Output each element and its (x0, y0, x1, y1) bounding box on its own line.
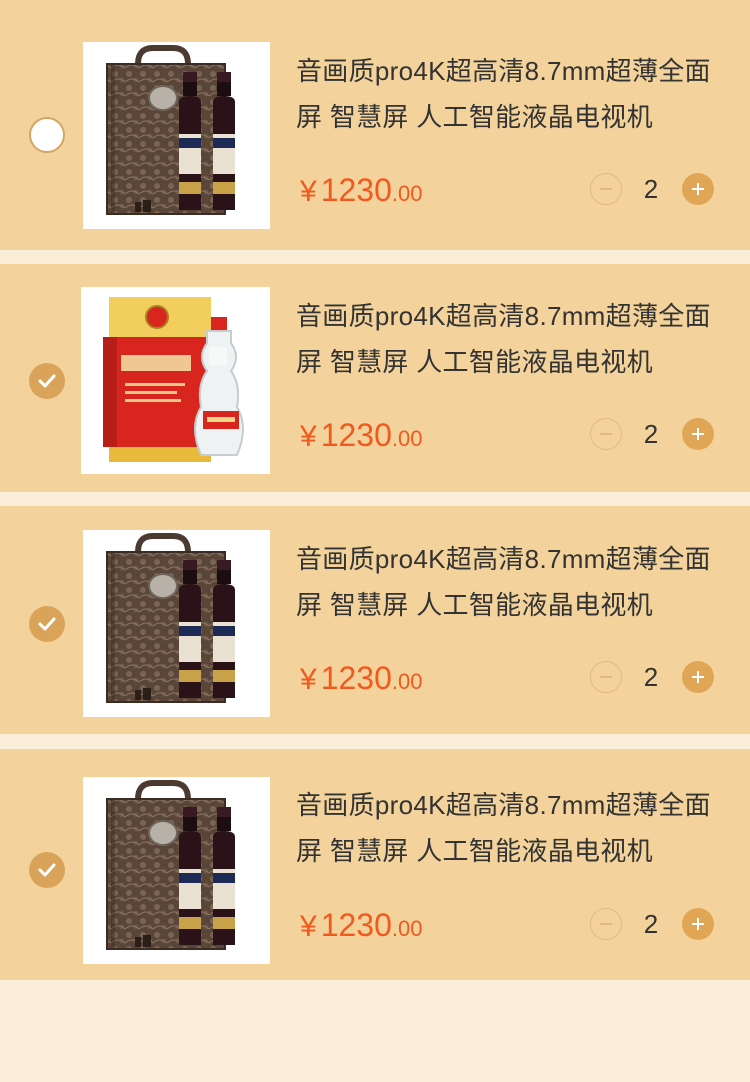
select-checkbox[interactable] (29, 117, 65, 153)
product-title[interactable]: 音画质pro4K超高清8.7mm超薄全面屏 智慧屏 人工智能液晶电视机 (296, 293, 726, 385)
increase-button[interactable] (682, 418, 714, 450)
product-image[interactable] (83, 777, 270, 964)
quantity-stepper: 2 (590, 661, 714, 695)
quantity-stepper: 2 (590, 908, 714, 942)
product-price: ¥1230.00 (300, 417, 423, 453)
decrease-button[interactable] (590, 908, 622, 940)
minus-icon (600, 188, 612, 190)
minus-icon (600, 676, 612, 678)
plus-icon (692, 671, 704, 683)
plus-icon (692, 428, 704, 440)
wine-gift-box-image (83, 777, 270, 964)
quantity-stepper: 2 (590, 418, 714, 452)
select-checkbox[interactable] (29, 606, 65, 642)
product-price: ¥1230.00 (300, 907, 423, 943)
cart-item: 音画质pro4K超高清8.7mm超薄全面屏 智慧屏 人工智能液晶电视机 ¥123… (0, 0, 750, 250)
check-icon (38, 374, 56, 388)
wine-gift-box-image (83, 530, 270, 717)
product-title[interactable]: 音画质pro4K超高清8.7mm超薄全面屏 智慧屏 人工智能液晶电视机 (296, 782, 726, 874)
cart-list: 音画质pro4K超高清8.7mm超薄全面屏 智慧屏 人工智能液晶电视机 ¥123… (0, 0, 750, 1082)
quantity-stepper: 2 (590, 173, 714, 207)
quantity-value[interactable]: 2 (632, 908, 670, 940)
check-icon (38, 617, 56, 631)
product-title[interactable]: 音画质pro4K超高清8.7mm超薄全面屏 智慧屏 人工智能液晶电视机 (296, 536, 726, 628)
plus-icon (692, 183, 704, 195)
increase-button[interactable] (682, 173, 714, 205)
quantity-value[interactable]: 2 (632, 418, 670, 450)
quantity-value[interactable]: 2 (632, 661, 670, 693)
select-checkbox[interactable] (29, 363, 65, 399)
increase-button[interactable] (682, 661, 714, 693)
quantity-value[interactable]: 2 (632, 173, 670, 205)
cart-item: 音画质pro4K超高清8.7mm超薄全面屏 智慧屏 人工智能液晶电视机 ¥123… (0, 506, 750, 734)
product-title[interactable]: 音画质pro4K超高清8.7mm超薄全面屏 智慧屏 人工智能液晶电视机 (296, 48, 726, 140)
decrease-button[interactable] (590, 173, 622, 205)
decrease-button[interactable] (590, 661, 622, 693)
cart-item: 音画质pro4K超高清8.7mm超薄全面屏 智慧屏 人工智能液晶电视机 ¥123… (0, 264, 750, 492)
plus-icon (692, 918, 704, 930)
baijiu-box-image (81, 287, 268, 474)
product-price: ¥1230.00 (300, 172, 423, 208)
wine-gift-box-image (83, 42, 270, 229)
product-image[interactable] (81, 287, 270, 474)
cart-item: 音画质pro4K超高清8.7mm超薄全面屏 智慧屏 人工智能液晶电视机 ¥123… (0, 749, 750, 980)
minus-icon (600, 433, 612, 435)
product-image[interactable] (83, 42, 270, 229)
select-checkbox[interactable] (29, 852, 65, 888)
increase-button[interactable] (682, 908, 714, 940)
product-price: ¥1230.00 (300, 660, 423, 696)
minus-icon (600, 923, 612, 925)
decrease-button[interactable] (590, 418, 622, 450)
product-image[interactable] (83, 530, 270, 717)
check-icon (38, 863, 56, 877)
